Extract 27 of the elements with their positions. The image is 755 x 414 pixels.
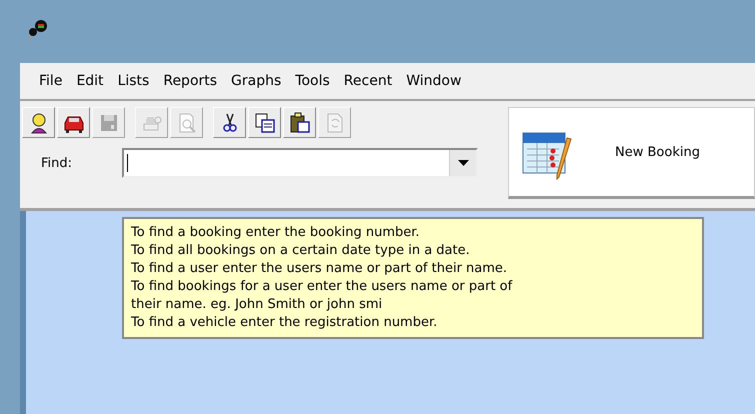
tooltip-line: To find bookings for a user enter the users name or part of bbox=[131, 278, 514, 296]
menu-item[interactable]: Lists bbox=[110, 73, 156, 89]
toolbar-button[interactable] bbox=[213, 107, 246, 138]
menu-item[interactable]: Reports bbox=[156, 73, 224, 89]
tooltip-line: To find a user enter the users name or part of their name. bbox=[131, 260, 508, 278]
menu-item[interactable]: Window bbox=[399, 73, 468, 89]
menu-item[interactable]: Recent bbox=[336, 73, 400, 89]
tooltip-line: To find a vehicle enter the registration number. bbox=[131, 314, 438, 332]
menu-item[interactable]: Edit bbox=[69, 73, 111, 89]
paste-icon bbox=[288, 112, 310, 134]
toolbar-button[interactable] bbox=[57, 107, 90, 138]
new-booking-button[interactable]: New Booking bbox=[508, 107, 755, 199]
find-label: Find: bbox=[40, 156, 74, 170]
toolbar-button[interactable] bbox=[283, 107, 316, 138]
find-field[interactable] bbox=[122, 148, 478, 178]
dropdown-button[interactable] bbox=[449, 150, 476, 176]
menu-item[interactable]: Tools bbox=[288, 73, 337, 89]
tooltip-line: To find a booking enter the booking number. bbox=[131, 224, 421, 242]
caret-icon bbox=[458, 160, 468, 166]
app-icon bbox=[26, 18, 48, 44]
copy-icon bbox=[254, 112, 276, 134]
toolbar-button[interactable] bbox=[22, 107, 55, 138]
menu-item[interactable]: Graphs bbox=[224, 73, 288, 89]
tooltip-line: To find all bookings on a certain date type in a date. bbox=[131, 242, 471, 260]
toolbar-button[interactable] bbox=[248, 107, 281, 138]
tooltip-line: their name. eg. John Smith or john smi bbox=[131, 296, 384, 314]
menu-item[interactable]: File bbox=[32, 73, 70, 89]
